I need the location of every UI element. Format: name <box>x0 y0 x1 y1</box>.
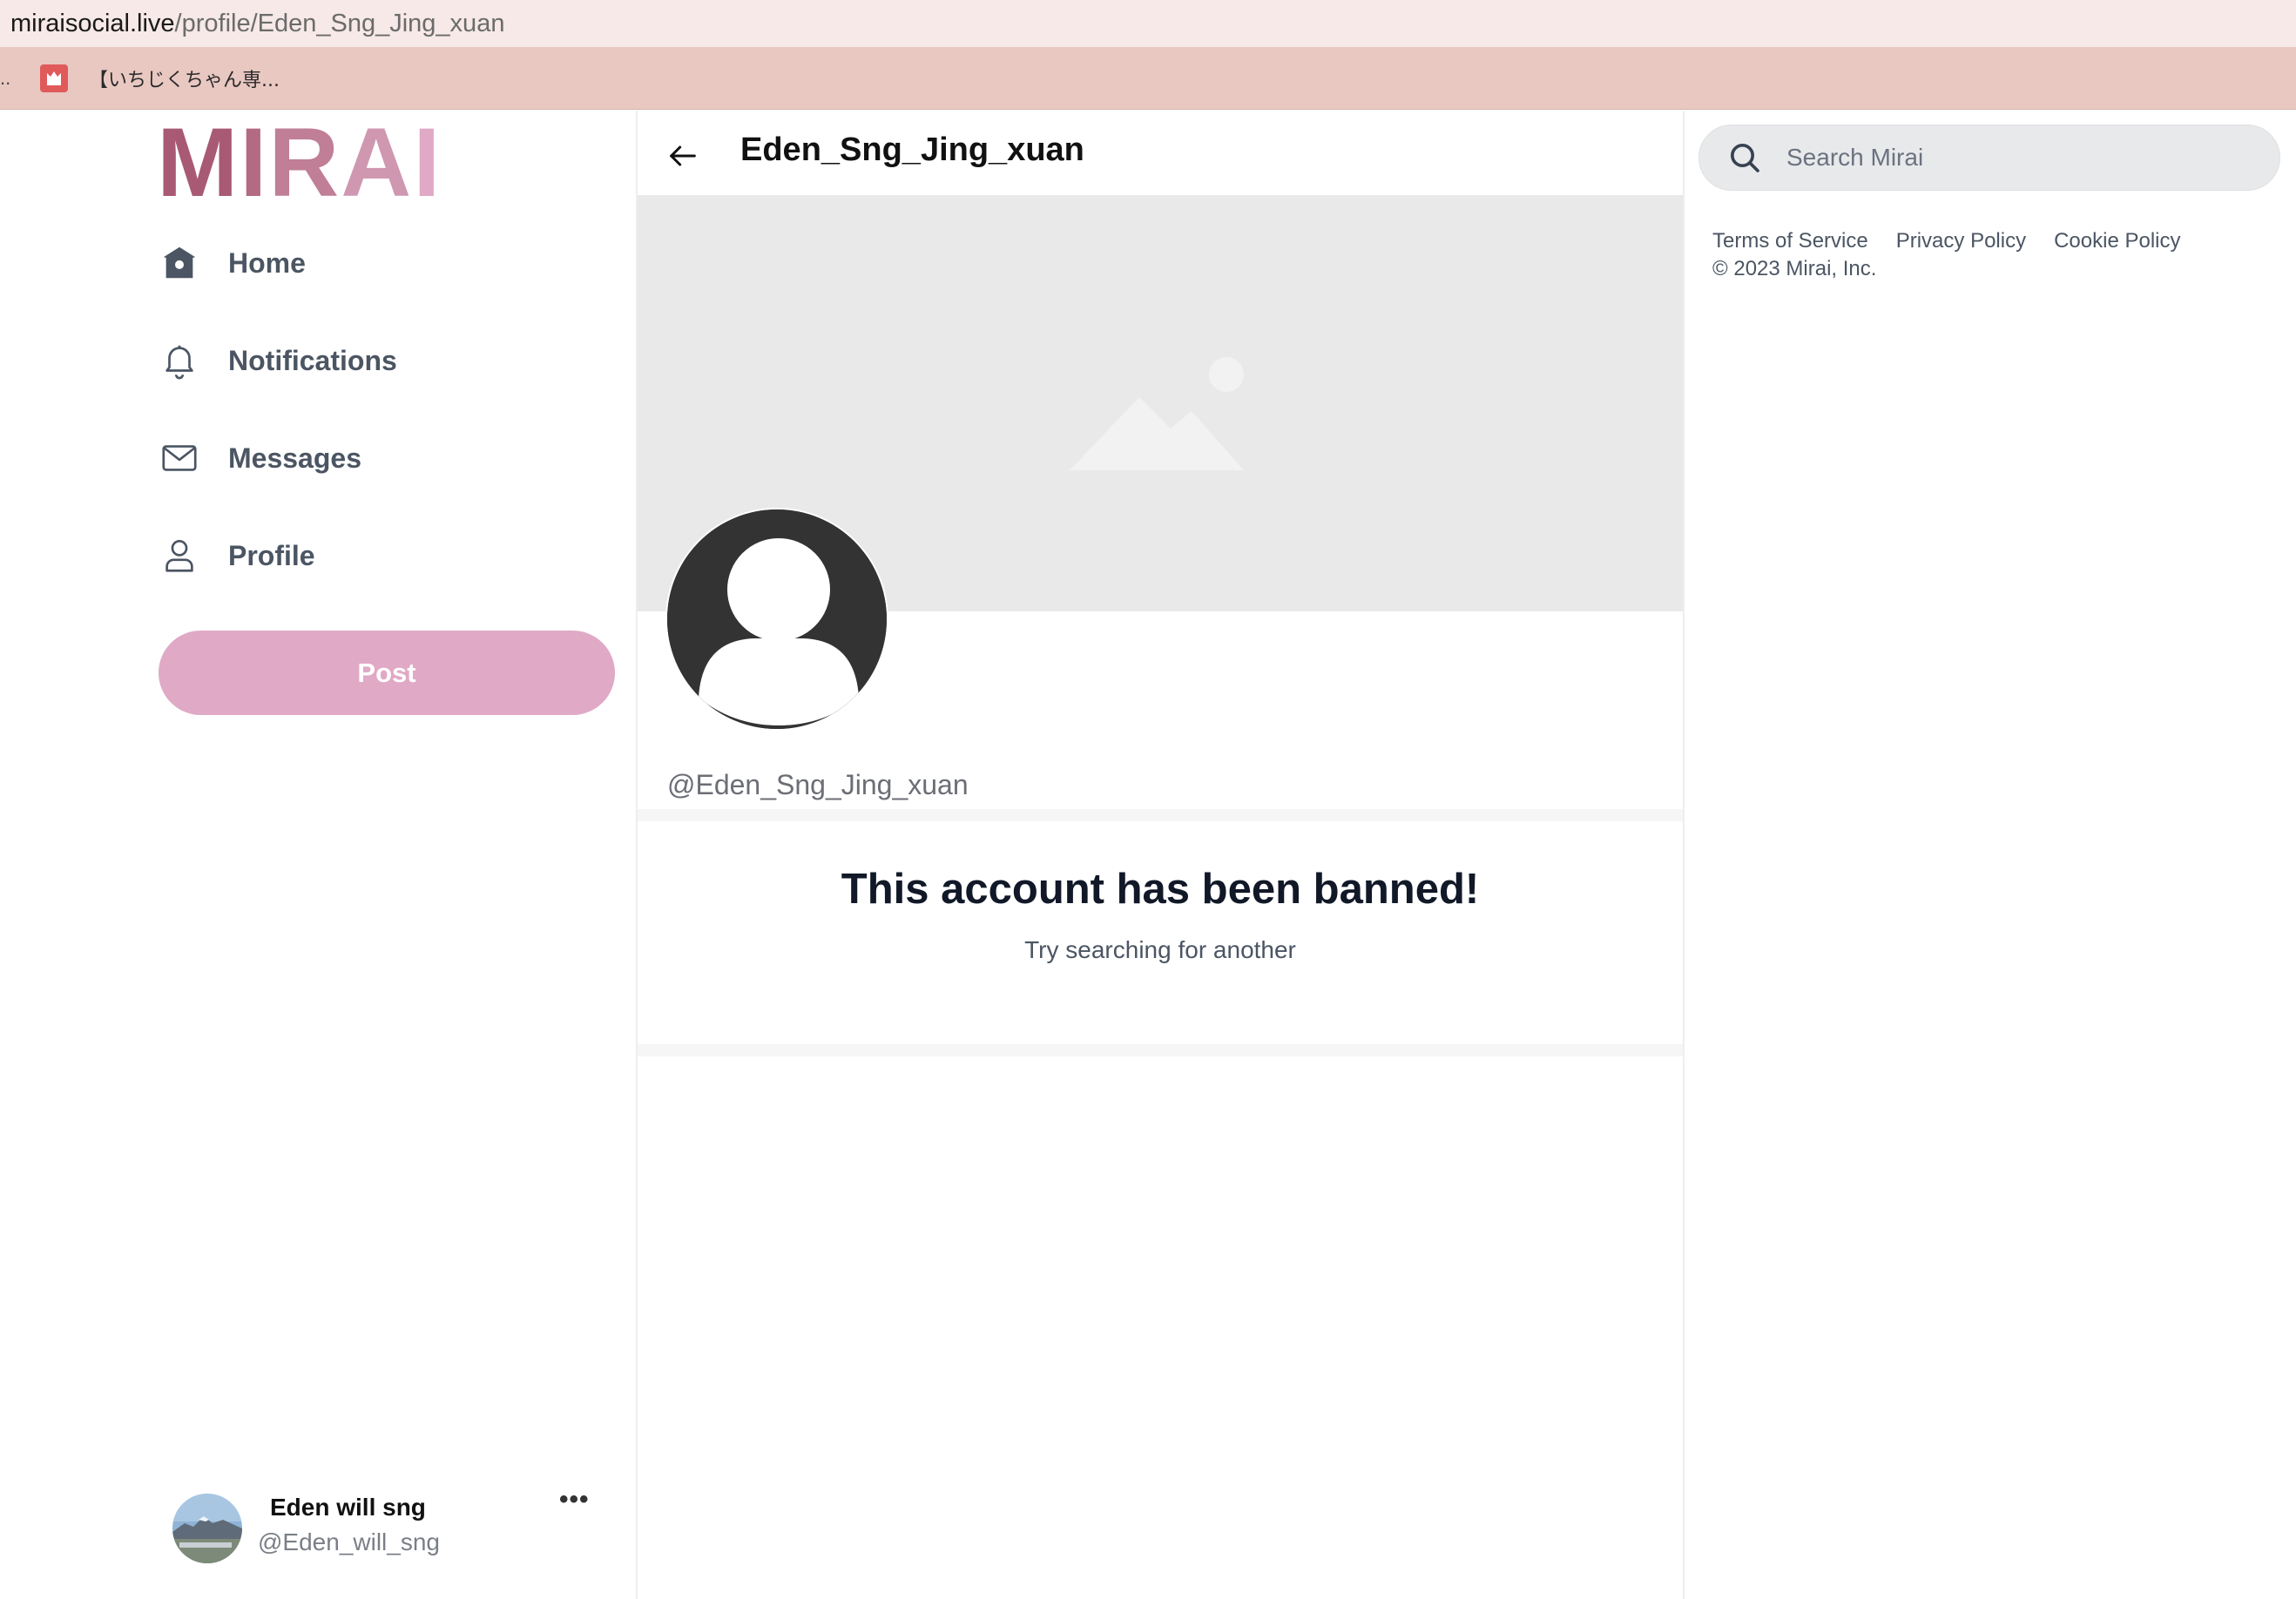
section-divider-top <box>638 809 1683 821</box>
privacy-link[interactable]: Privacy Policy <box>1896 229 2026 253</box>
cookie-link[interactable]: Cookie Policy <box>2054 229 2180 253</box>
nav-notifications[interactable]: Notifications <box>157 330 397 391</box>
logo-letter-a: A <box>341 123 414 203</box>
bookmark-favicon-icon <box>40 64 68 92</box>
bell-icon <box>157 338 202 383</box>
bookmarks-overflow[interactable]: .. <box>0 67 26 90</box>
address-bar[interactable]: miraisocial.live/profile/Eden_Sng_Jing_x… <box>0 0 2296 47</box>
bookmarks-bar: .. 【いちじくちゃん専... <box>0 47 2296 110</box>
search-input[interactable] <box>1786 144 2257 172</box>
nav-home[interactable]: Home <box>157 233 306 293</box>
account-name: Eden will sng <box>270 1494 426 1521</box>
logo-letter-r: R <box>268 123 341 203</box>
account-handle: @Eden_will_sng <box>258 1528 440 1555</box>
logo-letter-i2: I <box>413 123 442 203</box>
url-path: /profile/Eden_Sng_Jing_xuan <box>174 9 505 37</box>
logo-letter-i1: I <box>240 123 269 203</box>
banned-heading: This account has been banned! <box>841 866 1480 913</box>
image-placeholder-icon <box>1070 340 1253 475</box>
back-button[interactable] <box>662 135 704 177</box>
banned-subtext: Try searching for another <box>1024 936 1296 963</box>
terms-link[interactable]: Terms of Service <box>1712 229 1868 253</box>
bookmark-item[interactable]: 【いちじくちゃん専... <box>89 64 280 92</box>
copyright: © 2023 Mirai, Inc. <box>1712 257 1877 280</box>
page-title: Eden_Sng_Jing_xuan <box>740 132 1084 168</box>
profile-avatar[interactable] <box>665 508 888 731</box>
nav-home-label: Home <box>228 246 306 279</box>
account-switcher[interactable]: Eden will sng @Eden_will_sng ••• <box>171 1485 606 1563</box>
envelope-icon <box>157 435 202 481</box>
profile-handle: @Eden_Sng_Jing_xuan <box>667 769 969 800</box>
left-sidebar: M I R A I Home Notifications Messages Pr… <box>0 111 638 1599</box>
home-icon <box>157 240 202 286</box>
nav-profile-label: Profile <box>228 539 315 571</box>
more-options-button[interactable]: ••• <box>559 1485 590 1515</box>
url-domain: miraisocial.live <box>10 9 175 37</box>
nav-messages[interactable]: Messages <box>157 428 361 489</box>
nav-profile[interactable]: Profile <box>157 525 315 586</box>
avatar-placeholder-icon <box>667 509 887 729</box>
nav-notifications-label: Notifications <box>228 344 397 376</box>
section-divider-bottom <box>638 1044 1683 1056</box>
mirai-logo[interactable]: M I R A I <box>157 123 442 203</box>
nav-messages-label: Messages <box>228 442 361 474</box>
arrow-left-icon <box>670 145 696 166</box>
right-sidebar: Terms of Service Privacy Policy Cookie P… <box>1685 111 2296 1599</box>
profile-main: Eden_Sng_Jing_xuan @Eden_Sng_Jing_xuan T… <box>638 111 1685 1599</box>
post-button[interactable]: Post <box>159 631 615 715</box>
avatar <box>172 1494 242 1563</box>
person-icon <box>157 533 202 578</box>
search-icon <box>1731 144 1759 172</box>
footer-links: Terms of Service Privacy Policy Cookie P… <box>1712 229 2181 253</box>
logo-letter-m: M <box>157 123 240 203</box>
search-bar[interactable] <box>1698 125 2280 191</box>
